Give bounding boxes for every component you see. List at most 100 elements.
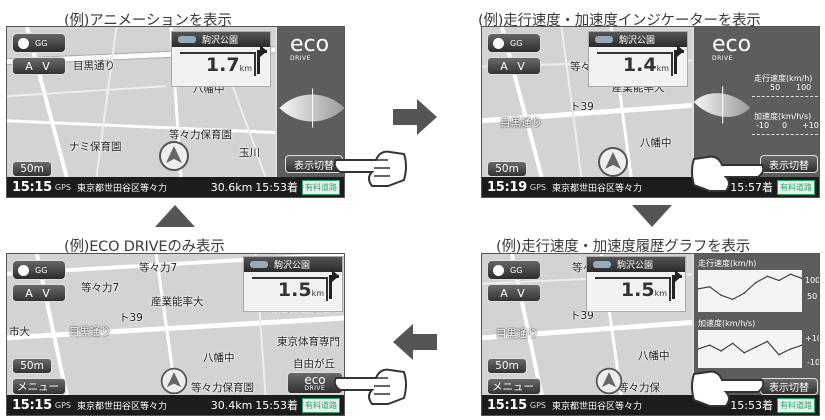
data-point bbox=[778, 353, 780, 356]
guide-distance: 1.5km bbox=[595, 277, 671, 301]
eco-leaf-icon bbox=[279, 75, 344, 141]
clock: 15:19 bbox=[487, 179, 527, 195]
gps-icon: GPS bbox=[54, 182, 71, 192]
av-button[interactable]: A V bbox=[12, 57, 66, 75]
remaining-distance: 30.4km bbox=[210, 398, 253, 412]
data-point bbox=[720, 294, 722, 296]
guide-distance: 1.5km bbox=[252, 277, 328, 301]
arrival-time: 15:53着 bbox=[255, 181, 298, 194]
compass-icon bbox=[18, 264, 29, 276]
menu-button[interactable]: メニュー bbox=[487, 378, 541, 395]
accel-history-label: 加速度(km/h/s) bbox=[698, 319, 756, 328]
vehicle-position-icon bbox=[160, 367, 188, 395]
map-label: 八幡中 bbox=[640, 137, 672, 149]
gps-icon: GPS bbox=[54, 400, 71, 410]
speed-tick: 50 bbox=[770, 83, 781, 92]
map-label: 等々力7 bbox=[81, 282, 120, 294]
compass-button[interactable]: GG bbox=[487, 260, 541, 280]
compass-icon bbox=[493, 37, 504, 49]
current-address: 東京都世田谷区等々力 bbox=[552, 401, 643, 412]
route-guide-box: 駒沢公園 1.5km bbox=[586, 256, 686, 312]
compass-icon bbox=[493, 264, 504, 276]
data-point bbox=[754, 346, 757, 348]
clock: 15:15 bbox=[12, 397, 52, 413]
route-guide-box: 駒沢公園 1.4km bbox=[588, 31, 688, 87]
status-bar: 15:15 GPS 東京都世田谷区等々力 30.6km 15:53着 有料道路 bbox=[7, 177, 344, 197]
data-point bbox=[708, 344, 711, 346]
accel-tick: 0 bbox=[782, 121, 788, 130]
accel-tick: +10 bbox=[805, 334, 819, 343]
compass-icon bbox=[18, 37, 29, 49]
data-point bbox=[789, 273, 792, 275]
hand-pointer-icon bbox=[333, 150, 407, 187]
av-button[interactable]: A V bbox=[12, 284, 66, 302]
vehicle-position-icon bbox=[598, 147, 628, 177]
map-label: 産業能率大 bbox=[151, 296, 204, 308]
scale-button[interactable]: 50m bbox=[12, 358, 52, 374]
map-label: 等々力7 bbox=[139, 262, 178, 274]
status-bar: 15:15 GPS 東京都世田谷区等々力 30.4km 15:53着 有料道路 bbox=[7, 395, 344, 415]
data-point bbox=[766, 340, 769, 343]
accel-indicator-bar bbox=[752, 131, 818, 135]
nav-screen-speed-indicator: 等々力 産業能率大 ト39 目黒通り 八幡中 GG A V 50m メニュー 駒… bbox=[481, 26, 820, 198]
map-label: 八幡中 bbox=[638, 350, 670, 362]
data-point bbox=[743, 352, 746, 354]
speed-history-chart bbox=[697, 270, 803, 312]
route-badge: 有料道路 bbox=[777, 179, 815, 195]
speed-tick: 100 bbox=[805, 276, 820, 285]
map-label: 等々力保 bbox=[618, 382, 660, 394]
map-label: ト39 bbox=[570, 101, 594, 113]
guide-place: 駒沢公園 bbox=[244, 257, 342, 272]
data-point bbox=[743, 292, 746, 294]
compass-button[interactable]: GG bbox=[487, 33, 541, 53]
nav-screen-history-graph: 等々力 ト39 目黒通り 八幡中 等々力保 GG A V 50m メニュー 駒沢… bbox=[481, 253, 820, 416]
display-toggle-button[interactable]: 表示切替 bbox=[760, 155, 818, 173]
map-label: 目黒通り bbox=[500, 117, 542, 129]
scale-button[interactable]: 50m bbox=[487, 358, 527, 374]
hand-pointer-icon bbox=[691, 370, 765, 407]
turn-right-arrow-icon bbox=[672, 270, 682, 299]
speed-indicator-bar bbox=[752, 93, 818, 97]
map-label: 等々力保育園 bbox=[191, 382, 254, 394]
status-bar: 15:19 GPS 東京都世田谷区等々力 15:57着 有料道路 bbox=[482, 177, 819, 197]
av-button[interactable]: A V bbox=[487, 284, 541, 302]
current-address: 東京都世田谷区等々力 bbox=[552, 183, 643, 194]
vehicle-position-icon bbox=[595, 367, 623, 395]
series-line bbox=[697, 340, 803, 356]
map-label: 目黒通り bbox=[69, 326, 111, 338]
turn-right-arrow-icon bbox=[257, 45, 267, 74]
clock: 15:15 bbox=[12, 179, 52, 195]
current-address: 東京都世田谷区等々力 bbox=[77, 401, 168, 412]
data-point bbox=[708, 286, 711, 288]
guide-place: 駒沢公園 bbox=[172, 32, 270, 47]
arrow-right-icon bbox=[393, 99, 437, 135]
speed-tick: 50 bbox=[807, 292, 818, 301]
hand-pointer-icon bbox=[691, 155, 765, 192]
clock: 15:15 bbox=[487, 397, 527, 413]
status-bar: 15:15 GPS 東京都世田谷区等々力 15:53着 有料道路 bbox=[482, 395, 819, 415]
av-button[interactable]: A V bbox=[487, 57, 541, 75]
remaining-distance: 30.6km bbox=[210, 180, 253, 194]
arrival-time: 15:53着 bbox=[255, 399, 298, 412]
compass-button[interactable]: GG bbox=[12, 33, 66, 53]
map-label: ト39 bbox=[119, 312, 143, 324]
turn-right-arrow-icon bbox=[329, 270, 339, 299]
map-label: 玉川 bbox=[239, 147, 260, 159]
data-point bbox=[720, 350, 722, 352]
scale-button[interactable]: 50m bbox=[12, 161, 52, 177]
data-point bbox=[778, 279, 780, 282]
guide-distance: 1.7km bbox=[180, 52, 256, 76]
menu-button[interactable]: メニュー bbox=[12, 378, 66, 395]
scale-button[interactable]: 50m bbox=[487, 161, 527, 177]
map-label: 八幡中 bbox=[203, 352, 235, 364]
display-toggle-button[interactable]: 表示切替 bbox=[760, 378, 818, 395]
vehicle-position-icon bbox=[159, 141, 189, 171]
map-label: 目黒通り bbox=[73, 60, 115, 72]
data-point bbox=[754, 281, 757, 284]
turn-right-arrow-icon bbox=[674, 45, 684, 74]
nav-screen-eco-only: 等々力7 等々力7 産業能率大 自由が丘学園高 ト39 目黒通り 東京体育専門 … bbox=[6, 253, 345, 416]
speed-tick: 100 bbox=[796, 83, 812, 92]
guide-distance: 1.4km bbox=[597, 52, 673, 76]
accel-tick: -10 bbox=[756, 121, 770, 130]
compass-button[interactable]: GG bbox=[12, 260, 66, 280]
